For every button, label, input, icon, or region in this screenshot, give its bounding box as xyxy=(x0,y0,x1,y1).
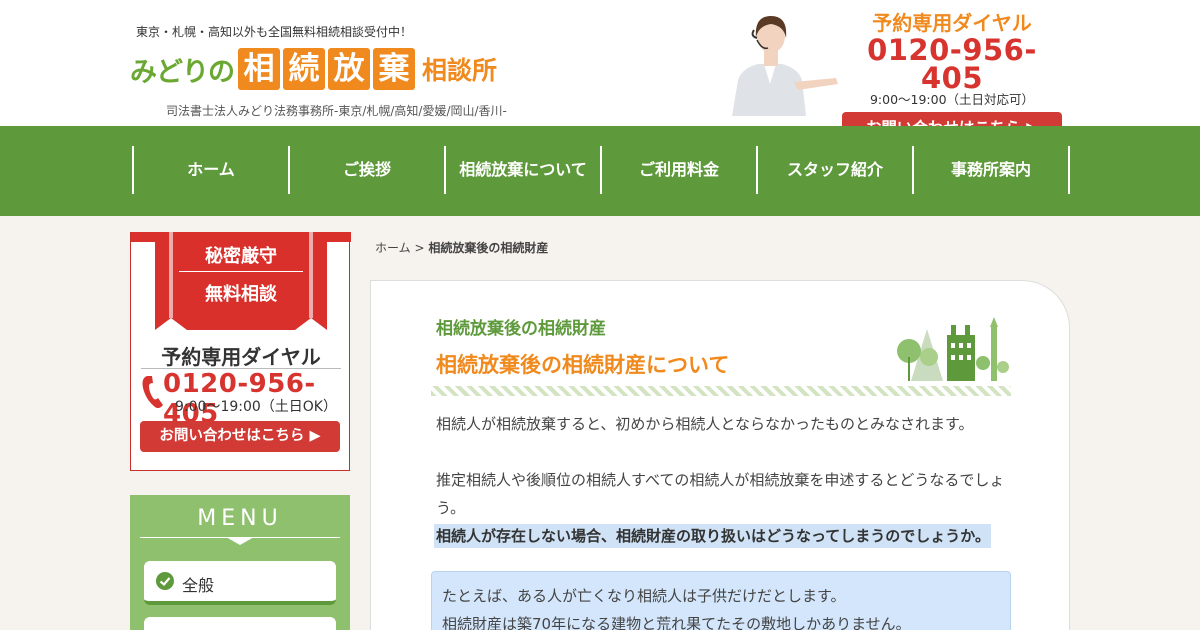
header-subtitle: 司法書士法人みどり法務事務所-東京/札幌/高知/愛媛/岡山/香川- xyxy=(166,104,507,118)
breadcrumb-home[interactable]: ホーム xyxy=(375,241,411,255)
menu-item-label: 全般 xyxy=(182,576,215,595)
heading-underline xyxy=(431,386,1011,396)
breadcrumb-separator: > xyxy=(410,241,429,255)
operator-image xyxy=(724,10,844,116)
nav-item-home[interactable]: ホーム xyxy=(134,146,290,194)
nav-item-about[interactable]: 相続放棄について xyxy=(446,146,602,194)
logo-suffix: 相談所 xyxy=(422,56,498,85)
main-content: 相続放棄後の相続財産 相続放棄後の相続財産について 相続人が相続放棄すると、初め… xyxy=(370,280,1070,630)
header-dial: 予約専用ダイヤル 0120-956-405 9:00〜19:00（土日対応可） … xyxy=(842,10,1062,144)
ribbon-bottom-text: 無料相談 xyxy=(205,284,277,305)
business-hours: 9:00〜19:00（土日対応可） xyxy=(869,92,1035,107)
paragraph: 推定相続人や後順位の相続人すべての相続人が相続放棄を申述するとどうなるでしょう。 xyxy=(436,471,1005,517)
logo-prefix: みどりの xyxy=(130,56,235,88)
menu-title: MENU xyxy=(197,506,283,531)
menu-item[interactable] xyxy=(144,617,336,630)
logo-char: 放 xyxy=(328,48,370,90)
logo-char: 相 xyxy=(238,48,280,90)
sidebar-dial-label: 予約専用ダイヤル xyxy=(161,345,321,369)
breadcrumb: ホーム > 相続放棄後の相続財産 xyxy=(375,239,548,256)
logo-char: 続 xyxy=(283,48,325,90)
menu-item-general[interactable]: 全般 xyxy=(144,561,336,605)
menu-panel: MENU 全般 xyxy=(130,495,350,630)
site-header: 東京・札幌・高知以外も全国無料相続相談受付中！ みどりの 相 続 放 棄 相談所… xyxy=(0,0,1200,144)
logo-char: 棄 xyxy=(373,48,415,90)
paragraph: 相続人が相続放棄すると、初めから相続人とならなかったものとみなされます。 xyxy=(436,415,974,433)
header-tagline: 東京・札幌・高知以外も全国無料相続相談受付中！ xyxy=(136,25,413,39)
example-note-box: たとえば、ある人が亡くなり相続人は子供だけだとします。 相続財産は築70年になる… xyxy=(431,571,1011,630)
global-nav: ホーム ご挨拶 相続放棄について ご利用料金 スタッフ紹介 事務所案内 xyxy=(0,126,1200,216)
sidebar-contact-button[interactable]: お問い合わせはこちら ▶ xyxy=(140,421,340,452)
check-circle-icon xyxy=(156,572,174,590)
cityscape-illustration xyxy=(897,317,1009,381)
page-title: 相続放棄後の相続財産について xyxy=(436,353,730,377)
ribbon-top-text: 秘密厳守 xyxy=(205,246,277,267)
nav-item-staff[interactable]: スタッフ紹介 xyxy=(758,146,914,194)
consultation-box: 秘密厳守 無料相談 予約専用ダイヤル 0120-956-405 9:00〜19:… xyxy=(130,232,351,471)
chevron-down-icon xyxy=(226,537,254,545)
sidebar: 秘密厳守 無料相談 予約専用ダイヤル 0120-956-405 9:00〜19:… xyxy=(130,232,351,630)
page-subheading: 相続放棄後の相続財産 xyxy=(436,319,606,339)
nav-item-greeting[interactable]: ご挨拶 xyxy=(290,146,446,194)
site-logo[interactable]: みどりの 相 続 放 棄 相談所 xyxy=(130,44,497,94)
note-line: たとえば、ある人が亡くなり相続人は子供だけだとします。 xyxy=(442,587,846,605)
breadcrumb-current: 相続放棄後の相続財産 xyxy=(428,241,549,255)
sidebar-hours: 9:00〜19:00（土日OK） xyxy=(175,399,337,415)
highlighted-paragraph: 相続人が存在しない場合、相続財産の取り扱いはどうなってしまうのでしょうか。 xyxy=(436,527,990,545)
logo-boxed-text: 相 続 放 棄 xyxy=(238,48,418,90)
ribbon-divider xyxy=(179,271,303,272)
phone-icon xyxy=(142,376,163,409)
note-line: 相続財産は築70年になる建物と荒れ果てたその敷地しかありません。 xyxy=(442,615,911,630)
nav-item-office[interactable]: 事務所案内 xyxy=(914,146,1070,194)
nav-item-fees[interactable]: ご利用料金 xyxy=(602,146,758,194)
phone-number[interactable]: 0120-956-405 xyxy=(842,36,1062,93)
